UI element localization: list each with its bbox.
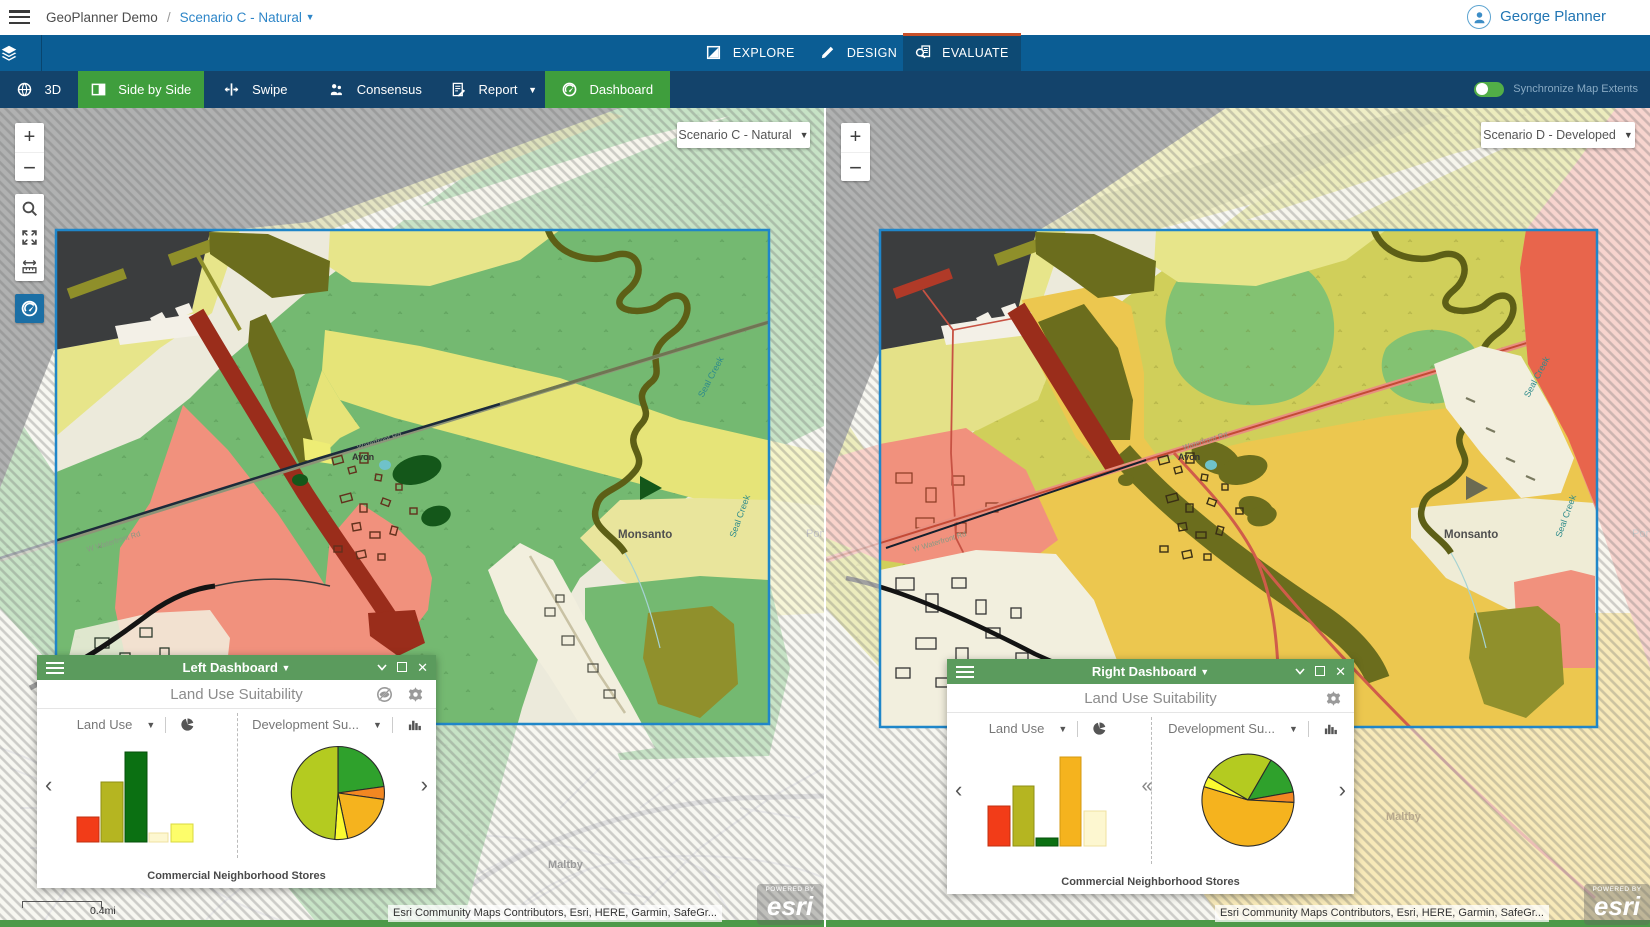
- svg-text:Avon: Avon: [352, 452, 374, 462]
- svg-text:Monsanto: Monsanto: [618, 529, 672, 541]
- svg-text:Maltby: Maltby: [1386, 811, 1422, 823]
- svg-text:Maltby: Maltby: [548, 859, 584, 871]
- svg-text:Monsanto: Monsanto: [1444, 529, 1498, 541]
- svg-text:Avon: Avon: [1178, 452, 1200, 462]
